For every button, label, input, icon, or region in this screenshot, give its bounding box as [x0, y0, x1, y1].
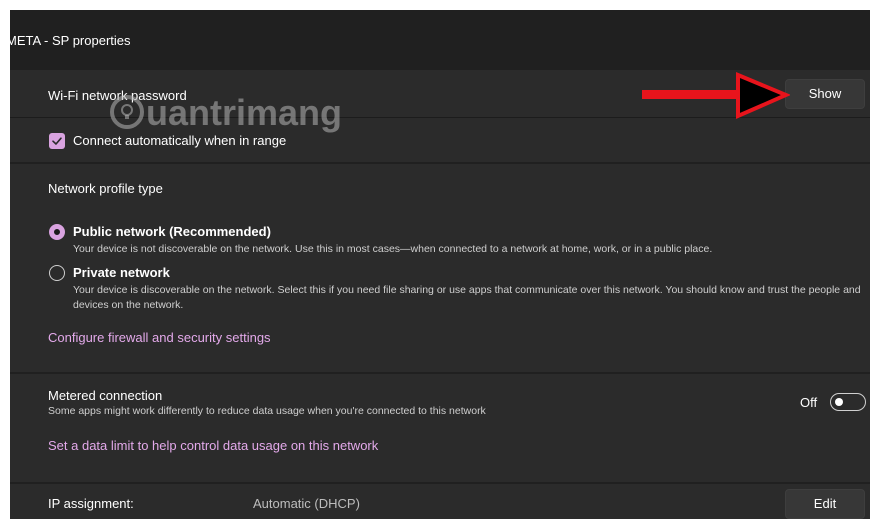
metered-toggle[interactable]: [830, 393, 866, 411]
firewall-settings-link[interactable]: Configure firewall and security settings: [48, 330, 271, 345]
private-network-label: Private network: [73, 265, 170, 280]
network-profile-card: Network profile type Public network (Rec…: [10, 164, 870, 372]
ip-assignment-card: IP assignment: Automatic (DHCP) Edit: [10, 484, 870, 519]
metered-title: Metered connection: [48, 388, 163, 403]
red-arrow-icon: [642, 72, 790, 120]
data-limit-link[interactable]: Set a data limit to help control data us…: [48, 438, 378, 453]
checkmark-icon: [52, 137, 62, 145]
watermark: uantrimang: [146, 92, 343, 133]
edit-ip-button[interactable]: Edit: [785, 489, 865, 519]
public-network-radio[interactable]: [49, 224, 65, 240]
public-network-label: Public network (Recommended): [73, 224, 271, 239]
profile-heading: Network profile type: [48, 181, 163, 196]
toggle-knob: [835, 398, 843, 406]
public-network-description: Your device is not discoverable on the n…: [73, 243, 713, 255]
ip-assignment-label: IP assignment:: [48, 496, 134, 511]
auto-connect-checkbox[interactable]: [49, 133, 65, 149]
metered-description: Some apps might work differently to redu…: [48, 405, 486, 417]
show-password-button[interactable]: Show: [785, 79, 865, 109]
window-title: META - SP properties: [10, 33, 131, 48]
watermark-logo-icon: [110, 95, 144, 129]
private-network-description: Your device is discoverable on the netwo…: [73, 284, 861, 311]
metered-connection-card: Metered connection Some apps might work …: [10, 374, 870, 482]
metered-toggle-label: Off: [800, 395, 818, 410]
private-network-radio[interactable]: [49, 265, 65, 281]
ip-assignment-value: Automatic (DHCP): [253, 496, 360, 511]
auto-connect-label: Connect automatically when in range: [73, 133, 287, 148]
title-bar: META - SP properties: [10, 10, 870, 70]
settings-window: META - SP properties Wi-Fi network passw…: [10, 10, 870, 519]
